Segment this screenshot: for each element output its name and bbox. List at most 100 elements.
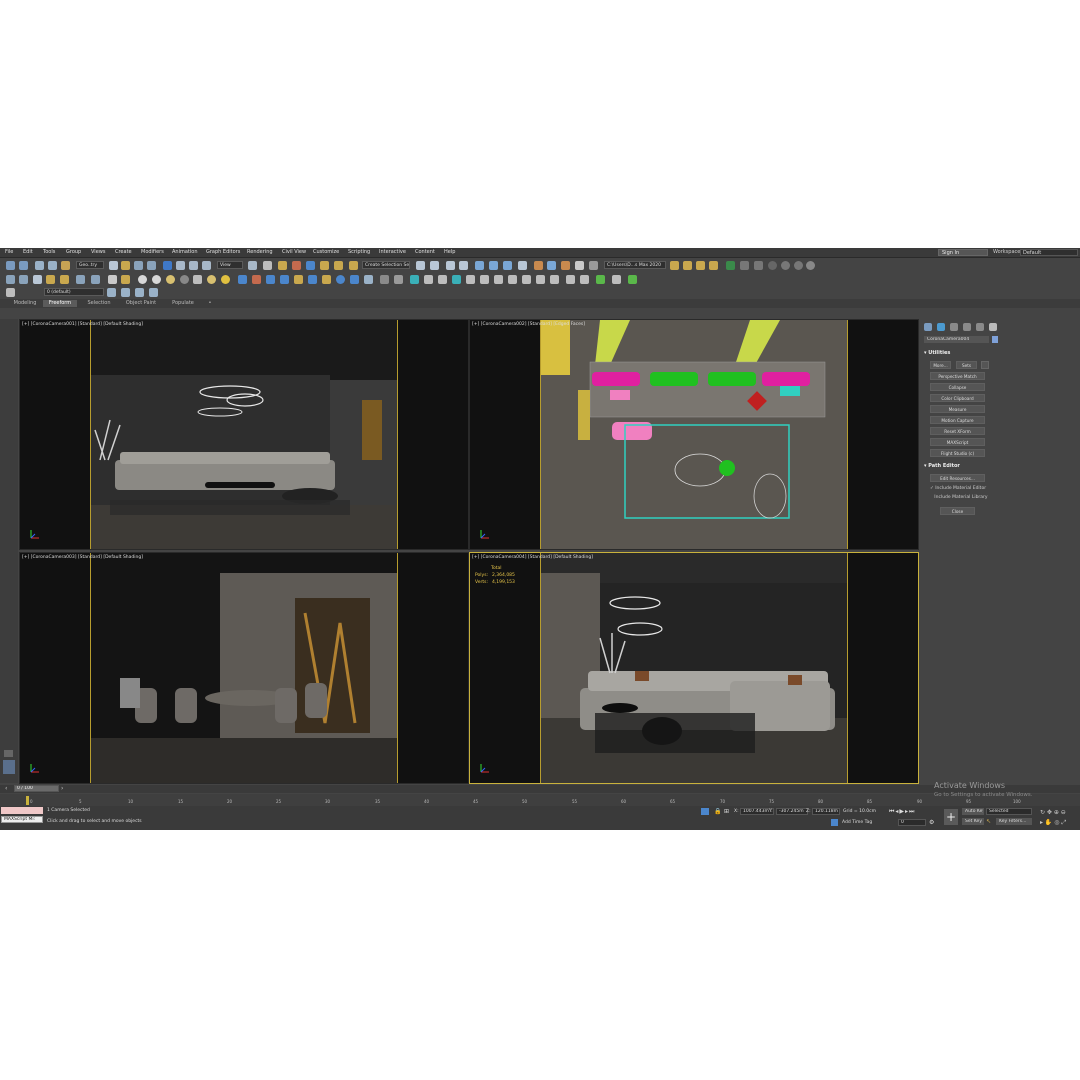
create-line-icon[interactable] (76, 275, 85, 284)
workspace-select[interactable]: Default (1020, 249, 1078, 256)
track-bar[interactable]: 0 5 10 15 20 25 30 35 40 45 50 55 60 65 … (0, 794, 1080, 806)
select-scale-icon[interactable] (189, 261, 198, 270)
rect-selection-icon[interactable] (134, 261, 143, 270)
object-e-icon[interactable] (193, 275, 202, 284)
sphere-c-icon[interactable] (794, 261, 803, 270)
scene-explorer-icon[interactable] (446, 261, 455, 270)
tool-o-icon[interactable] (580, 275, 589, 284)
undo-icon[interactable] (6, 261, 15, 270)
edit-resources-button[interactable]: Edit Resources... (930, 474, 985, 482)
time-config-icon[interactable]: ⚙ (929, 819, 936, 826)
menu-rendering[interactable]: Rendering (247, 249, 273, 255)
configure-sets-icon[interactable] (981, 361, 989, 369)
z-coordinate-field[interactable]: 120.118m (812, 808, 840, 815)
edit-named-selection-icon[interactable] (349, 261, 358, 270)
flight-studio-button[interactable]: Flight Studio (c) (930, 449, 985, 457)
tab-populate[interactable]: Populate (165, 300, 201, 307)
playback-controls[interactable]: ⏮◂▶▸⏭ (889, 808, 925, 816)
tool-h-icon[interactable] (480, 275, 489, 284)
save-folder-icon[interactable] (696, 261, 705, 270)
modifier-a-icon[interactable] (238, 275, 247, 284)
maxscript-button[interactable]: MAXScript (930, 438, 985, 446)
object-color-swatch[interactable] (992, 336, 998, 343)
chevron-down-b-icon[interactable] (628, 275, 637, 284)
a360-gallery-icon[interactable] (589, 261, 598, 270)
time-cursor[interactable] (26, 796, 29, 805)
modifier-j-icon[interactable] (364, 275, 373, 284)
modifier-i-icon[interactable] (350, 275, 359, 284)
create-light-icon[interactable] (108, 275, 117, 284)
script-icon[interactable] (726, 261, 735, 270)
y-coordinate-field[interactable]: -307.245m (776, 808, 808, 815)
layer-dropdown[interactable]: 0 (default) (44, 288, 104, 296)
create-camera-icon[interactable] (121, 275, 130, 284)
ref-coord-dropdown[interactable]: View (217, 261, 243, 269)
select-manipulate-icon[interactable] (263, 261, 272, 270)
angle-snap-icon[interactable] (306, 261, 315, 270)
viewport-top-left[interactable]: [+] [CoronaCamera001] [Standard] [Defaul… (19, 319, 469, 550)
object-g-icon[interactable] (221, 275, 230, 284)
create-circle-icon[interactable] (91, 275, 100, 284)
menu-group[interactable]: Group (66, 249, 81, 255)
time-tag-icon[interactable] (831, 819, 838, 826)
viewport-label[interactable]: [+] [CoronaCamera004] [Standard] [Defaul… (472, 555, 593, 560)
modifier-k-icon[interactable] (380, 275, 389, 284)
project-folder-icon[interactable] (670, 261, 679, 270)
object-b-icon[interactable] (152, 275, 161, 284)
tool-f-icon[interactable] (452, 275, 461, 284)
mirror-icon[interactable] (416, 261, 425, 270)
add-time-tag[interactable]: Add Time Tag (842, 820, 872, 825)
object-d-icon[interactable] (180, 275, 189, 284)
frame-indicator[interactable]: 0 / 100 (14, 785, 59, 792)
tool-l-icon[interactable] (536, 275, 545, 284)
sets-button[interactable]: Sets (956, 361, 977, 369)
viewport-bottom-left[interactable]: [+] [CoronaCamera003] [Standard] [Defaul… (19, 552, 469, 784)
current-frame-field[interactable]: 0 (898, 819, 926, 826)
create-sphere-icon[interactable] (33, 275, 42, 284)
create-box-icon[interactable] (6, 275, 15, 284)
select-object-icon[interactable] (109, 261, 118, 270)
menu-create[interactable]: Create (115, 249, 132, 255)
tool-m-icon[interactable] (550, 275, 559, 284)
tool-n-icon[interactable] (566, 275, 575, 284)
tool-p-icon[interactable] (612, 275, 621, 284)
redo-icon[interactable] (19, 261, 28, 270)
lock-icon[interactable]: 🔒 (714, 808, 721, 815)
object-c-icon[interactable] (166, 275, 175, 284)
key-filters-button[interactable]: Key Filters... (996, 818, 1032, 825)
key-mode-icon[interactable]: ↖ (986, 818, 994, 825)
menu-scripting[interactable]: Scripting (348, 249, 370, 255)
select-rotate-icon[interactable] (176, 261, 185, 270)
window-crossing-icon[interactable] (147, 261, 156, 270)
rendered-frame-window-icon[interactable] (547, 261, 556, 270)
viewport-label[interactable]: [+] [CoronaCamera003] [Standard] [Defaul… (22, 555, 143, 560)
curve-editor-icon[interactable] (489, 261, 498, 270)
modifier-b-icon[interactable] (252, 275, 261, 284)
ribbon-options-icon[interactable]: • (204, 300, 216, 307)
modifier-e-icon[interactable] (294, 275, 303, 284)
asset-tracking-icon[interactable] (709, 261, 718, 270)
viewport-bottom-right[interactable]: [+] [CoronaCamera004] [Standard] [Defaul… (469, 552, 919, 784)
material-editor-icon[interactable] (518, 261, 527, 270)
toggle-ribbon-icon[interactable] (475, 261, 484, 270)
collapse-button[interactable]: Collapse (930, 383, 985, 391)
menu-tools[interactable]: Tools (43, 249, 55, 255)
menu-help[interactable]: Help (444, 249, 455, 255)
tool-d-icon[interactable] (424, 275, 433, 284)
layer-current-icon[interactable] (149, 288, 158, 297)
selection-filter-dropdown[interactable]: Geo..try (76, 261, 104, 269)
percent-snap-icon[interactable] (320, 261, 329, 270)
object-name-field[interactable]: CoronaCamera004 (924, 336, 989, 343)
modify-tab-icon[interactable] (937, 323, 945, 331)
selection-lock-icon[interactable] (701, 808, 709, 815)
layer-new-icon[interactable] (107, 288, 116, 297)
maxscript-listener-input[interactable] (1, 807, 43, 814)
sphere-a-icon[interactable] (768, 261, 777, 270)
render-setup-icon[interactable] (534, 261, 543, 270)
include-material-library-checkbox[interactable]: Include Material Library (930, 495, 987, 500)
object-a-icon[interactable] (138, 275, 147, 284)
menu-graph-editors[interactable]: Graph Editors (206, 249, 240, 255)
align-icon[interactable] (430, 261, 439, 270)
object-f-icon[interactable] (207, 275, 216, 284)
modifier-g-icon[interactable] (322, 275, 331, 284)
